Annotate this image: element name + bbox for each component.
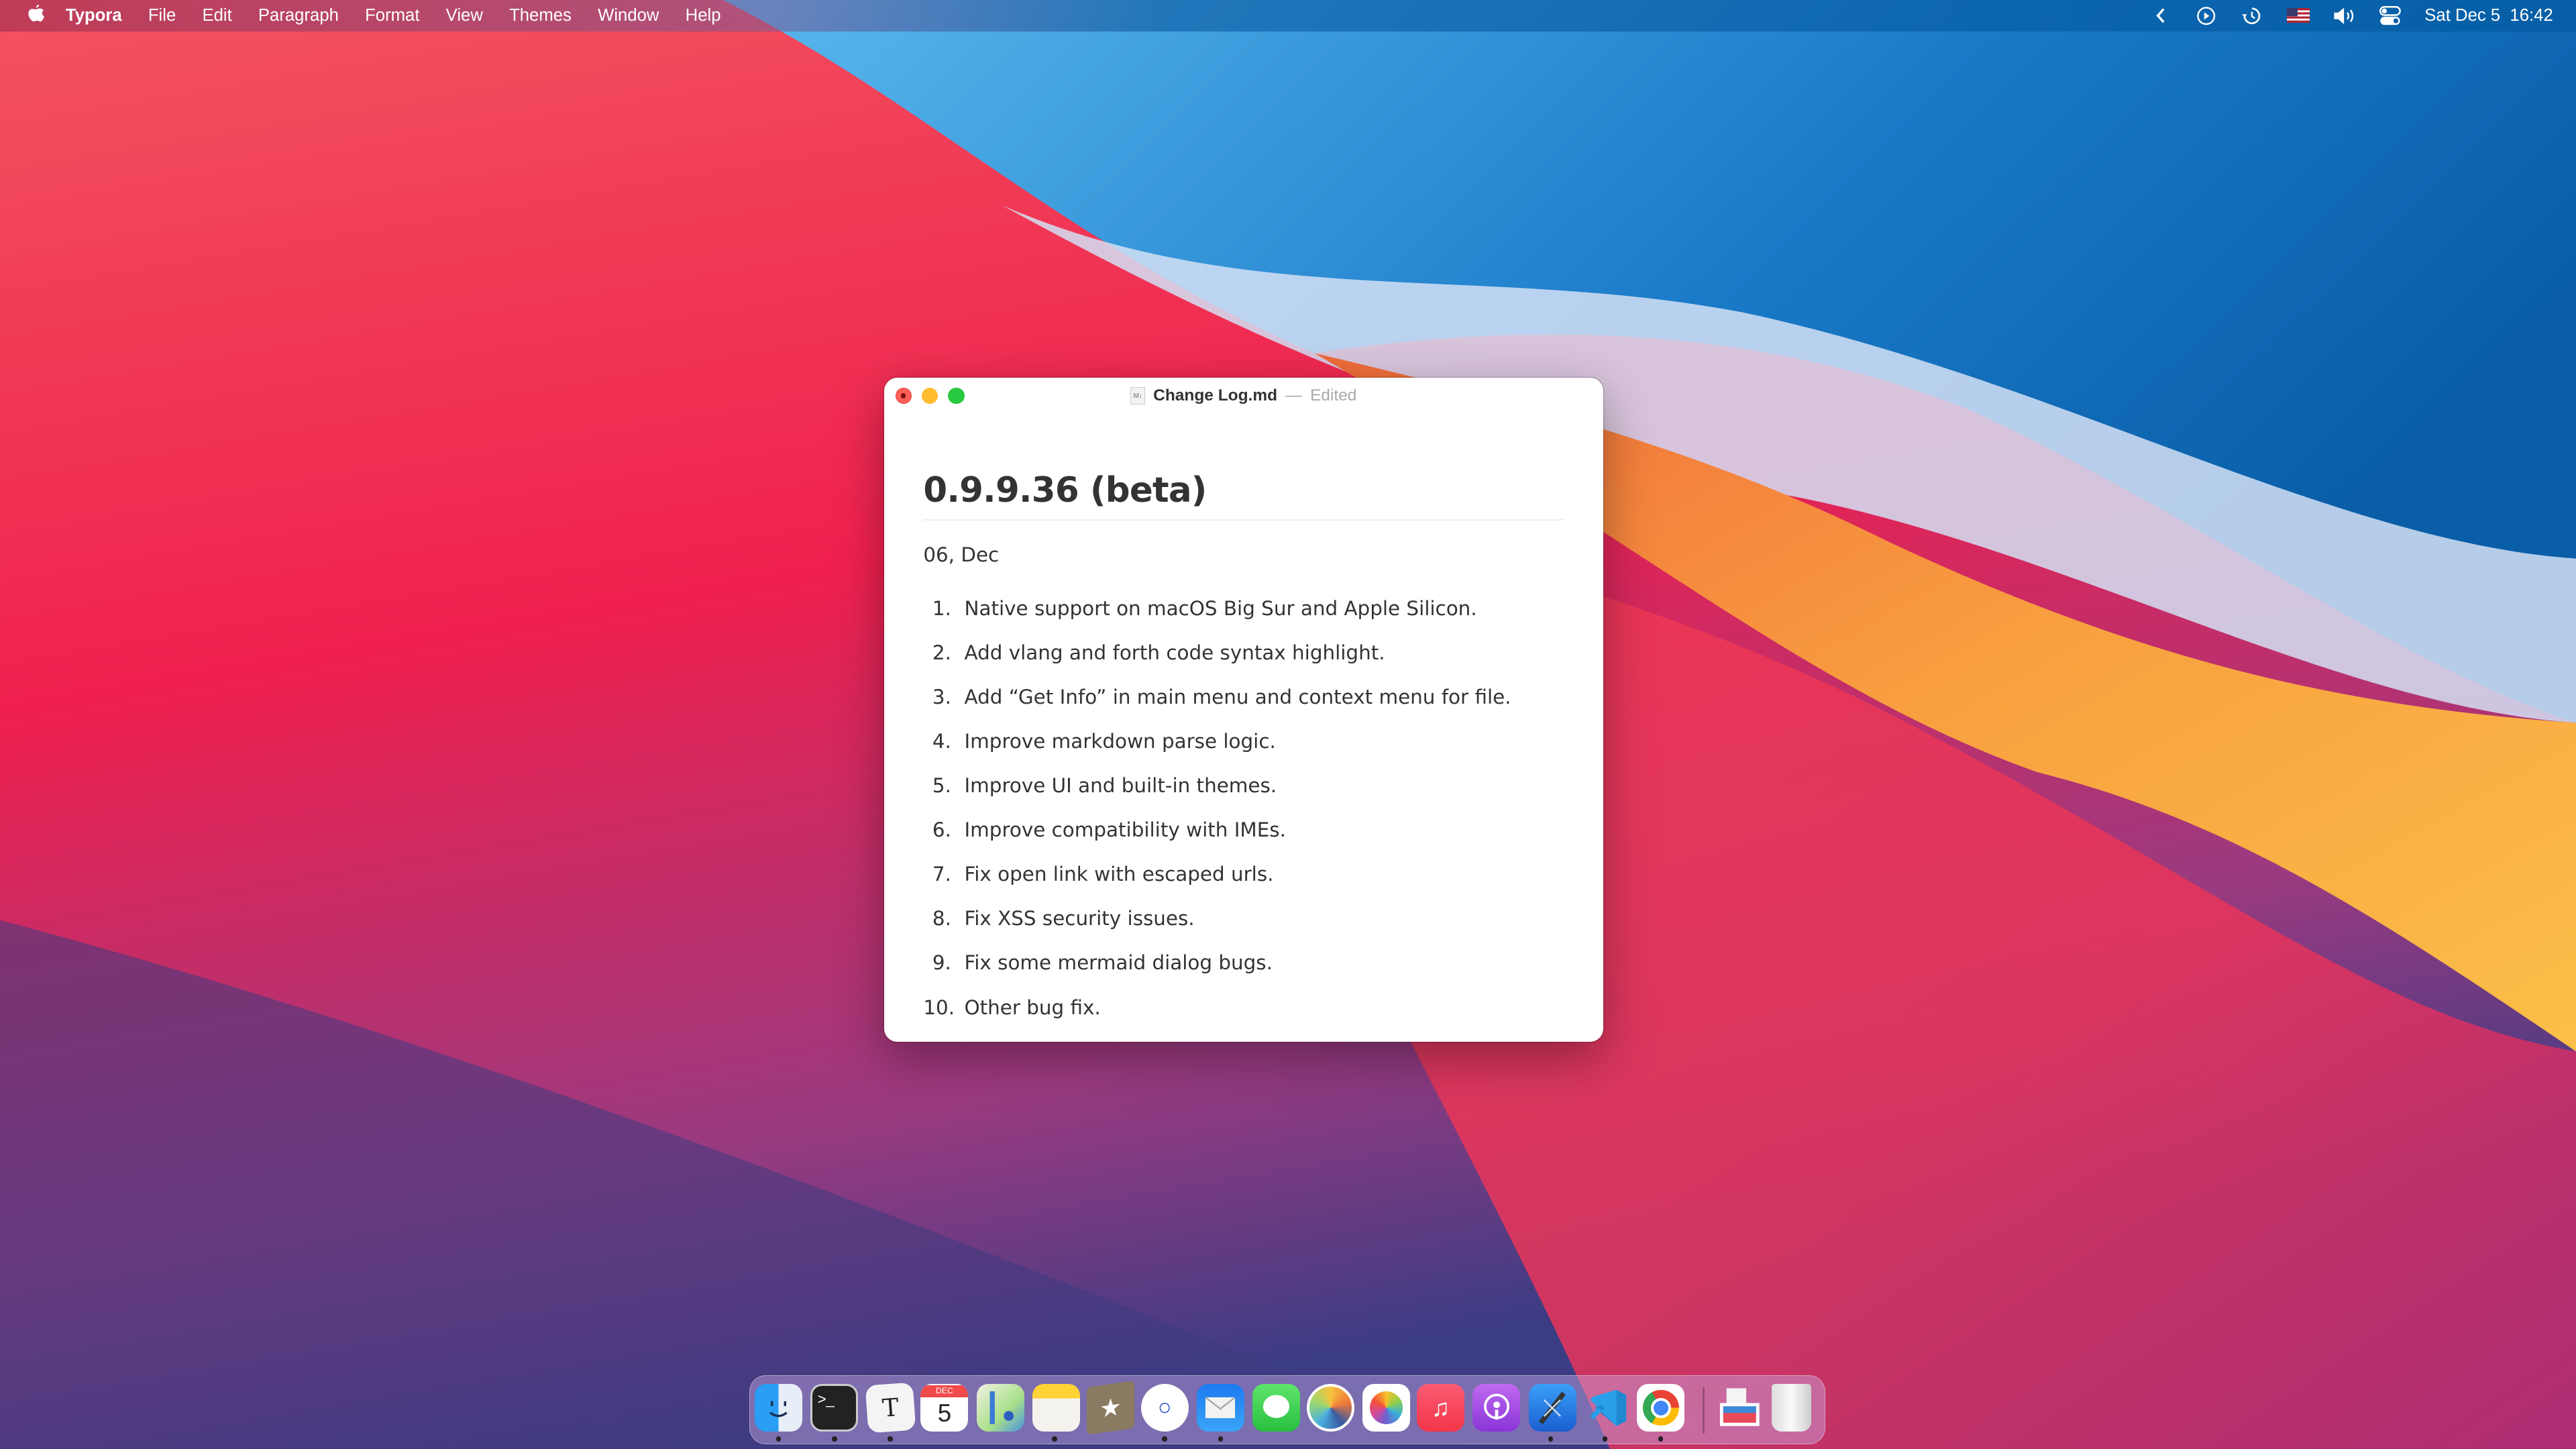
chevron-left-icon[interactable] — [2149, 6, 2171, 25]
mail-icon[interactable] — [1197, 1384, 1244, 1432]
time-machine-icon[interactable] — [2241, 6, 2263, 25]
changelog-list: 1. Native support on macOS Big Sur and Ap… — [923, 586, 1564, 1030]
podcasts-icon[interactable] — [1472, 1384, 1520, 1432]
running-indicator — [1603, 1436, 1607, 1441]
changelog-item: 4. Improve markdown parse logic. — [923, 719, 1564, 763]
version-heading: 0.9.9.36 (beta) — [923, 470, 1564, 520]
calendar-day: 5 — [938, 1397, 951, 1430]
music-icon[interactable]: ♫ — [1417, 1384, 1464, 1432]
finder-icon[interactable] — [755, 1384, 802, 1432]
menu-themes[interactable]: Themes — [496, 6, 584, 25]
dock-separator — [1703, 1387, 1704, 1434]
item-number: 1. — [923, 597, 951, 620]
item-text: Improve compatibility with IMEs. — [965, 818, 1286, 841]
menu-app-name[interactable]: Typora — [52, 6, 135, 25]
running-indicator — [776, 1436, 781, 1441]
item-number: 7. — [923, 863, 951, 885]
item-text: Fix XSS security issues. — [965, 907, 1195, 930]
changelog-item: 8. Fix XSS security issues. — [923, 896, 1564, 941]
changelog-item: 7. Fix open link with escaped urls. — [923, 852, 1564, 896]
markdown-document-icon[interactable]: M↓ — [1130, 387, 1145, 405]
item-number: 4. — [923, 730, 951, 753]
menu-file[interactable]: File — [135, 6, 189, 25]
chrome-icon[interactable] — [1637, 1384, 1684, 1432]
menu-window[interactable]: Window — [585, 6, 673, 25]
item-number: 3. — [923, 686, 951, 708]
menu-clock[interactable]: Sat Dec 5 16:42 — [2424, 6, 2553, 25]
apple-menu-icon[interactable] — [26, 5, 46, 26]
changelog-item: 5. Improve UI and built-in themes. — [923, 763, 1564, 808]
calendar-month: DEC — [920, 1385, 968, 1397]
menu-view[interactable]: View — [433, 6, 496, 25]
menu-edit[interactable]: Edit — [189, 6, 245, 25]
running-indicator — [832, 1436, 837, 1441]
item-text: Native support on macOS Big Sur and Appl… — [965, 597, 1477, 620]
item-text: Add “Get Info” in main menu and context … — [965, 686, 1511, 708]
changelog-item: 10. Other bug fix. — [923, 985, 1564, 1030]
release-date: 06, Dec — [923, 543, 1564, 566]
changelog-item: 2. Add vlang and forth code syntax highli… — [923, 631, 1564, 675]
maximize-button[interactable] — [948, 388, 964, 404]
menu-format[interactable]: Format — [352, 6, 433, 25]
calendar-icon[interactable]: DEC5 — [920, 1384, 968, 1432]
running-indicator — [1052, 1436, 1057, 1441]
trash-icon[interactable] — [1772, 1384, 1811, 1432]
running-indicator — [1218, 1436, 1223, 1441]
item-number: 8. — [923, 907, 951, 930]
volume-icon[interactable] — [2332, 6, 2355, 25]
archive-utility-icon[interactable]: ★ — [1087, 1381, 1134, 1435]
typora-window: M↓ Change Log.md — Edited 0.9.9.36 (beta… — [884, 378, 1604, 1041]
color-ui-icon[interactable] — [1307, 1384, 1354, 1432]
item-text: Improve UI and built-in themes. — [965, 774, 1277, 797]
photos-icon[interactable] — [1362, 1384, 1410, 1432]
menu-help[interactable]: Help — [672, 6, 734, 25]
changelog-item: 9. Fix some mermaid dialog bugs. — [923, 941, 1564, 985]
item-number: 10. — [923, 996, 951, 1019]
menu-paragraph[interactable]: Paragraph — [245, 6, 352, 25]
proxyman-icon[interactable]: ○ — [1141, 1384, 1189, 1432]
item-number: 5. — [923, 774, 951, 797]
item-text: Add vlang and forth code syntax highligh… — [965, 641, 1385, 664]
close-button[interactable] — [896, 388, 912, 404]
changelog-item: 6. Improve compatibility with IMEs. — [923, 808, 1564, 852]
status-area: Sat Dec 5 16:42 — [2149, 0, 2553, 32]
item-number: 2. — [923, 641, 951, 664]
title-separator: — — [1285, 386, 1301, 405]
changelog-item: 3. Add “Get Info” in main menu and contex… — [923, 675, 1564, 719]
running-indicator — [1162, 1436, 1167, 1441]
edited-status: Edited — [1310, 386, 1356, 405]
running-indicator — [1658, 1436, 1663, 1441]
us-flag-icon[interactable] — [2287, 6, 2310, 25]
vscode-icon[interactable] — [1582, 1384, 1630, 1432]
running-indicator — [888, 1436, 892, 1441]
item-number: 9. — [923, 951, 951, 974]
title-bar[interactable]: M↓ Change Log.md — Edited — [884, 378, 1604, 414]
item-text: Fix open link with escaped urls. — [965, 863, 1274, 885]
item-text: Fix some mermaid dialog bugs. — [965, 951, 1273, 974]
running-indicator — [1548, 1436, 1553, 1441]
window-title: Change Log.md — [1153, 386, 1277, 405]
minimize-button[interactable] — [922, 388, 938, 404]
item-text: Other bug fix. — [965, 996, 1101, 1019]
messages-icon[interactable] — [1252, 1384, 1300, 1432]
control-center-icon[interactable] — [2379, 6, 2402, 25]
xcode-icon[interactable] — [1529, 1384, 1576, 1432]
changelog-item: 1. Native support on macOS Big Sur and Ap… — [923, 586, 1564, 631]
item-number: 6. — [923, 818, 951, 841]
notes-icon[interactable] — [1032, 1384, 1080, 1432]
play-circle-icon[interactable] — [2194, 6, 2217, 25]
menu-bar: Typora File Edit Paragraph Format View T… — [0, 0, 2576, 32]
dock: >_ T DEC5 ★ ○ ♫ — [749, 1375, 1825, 1444]
item-text: Improve markdown parse logic. — [965, 730, 1276, 753]
preview-folder-icon[interactable] — [1716, 1384, 1764, 1432]
editor-content[interactable]: 0.9.9.36 (beta) 06, Dec 1. Native support… — [923, 470, 1564, 1029]
maps-icon[interactable] — [977, 1384, 1024, 1432]
typora-dock-icon[interactable]: T — [865, 1383, 916, 1434]
terminal-icon[interactable]: >_ — [810, 1384, 858, 1432]
